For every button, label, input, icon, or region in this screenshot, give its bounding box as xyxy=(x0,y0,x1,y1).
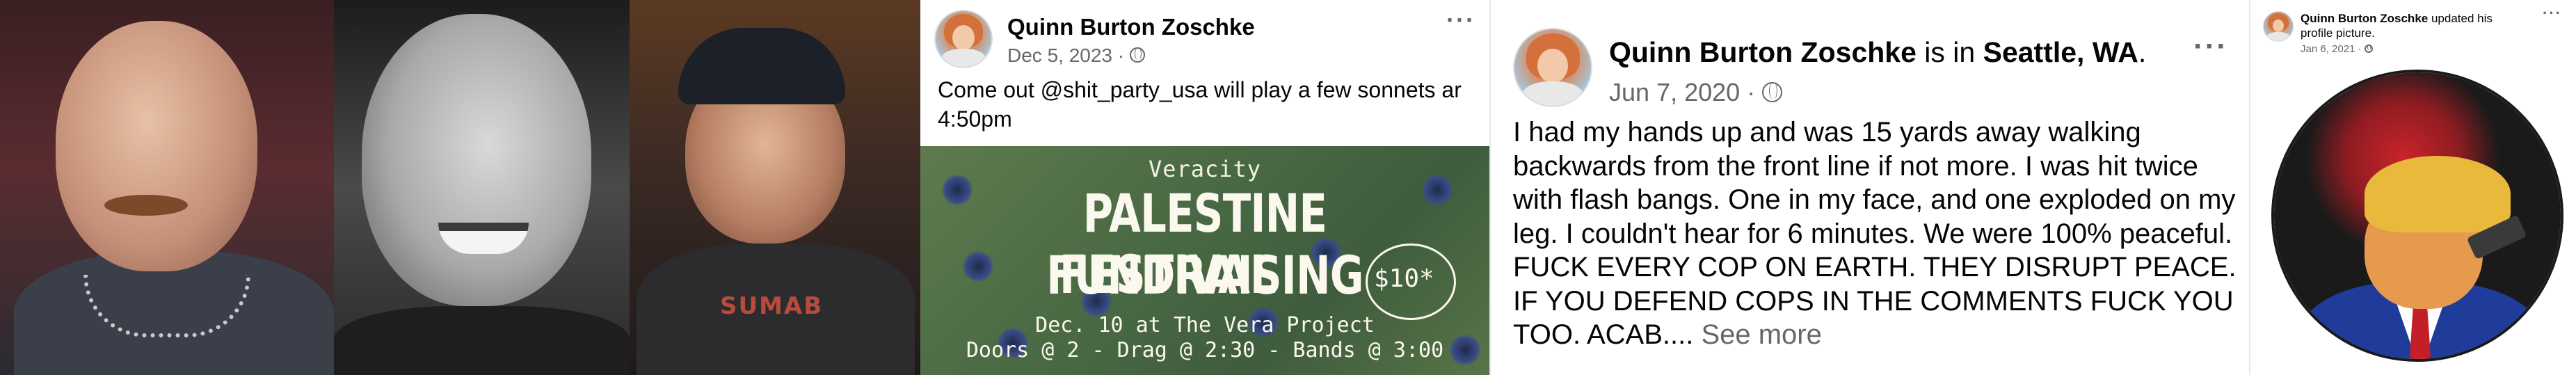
post-header: Quinn Burton Zoschke updated his profile… xyxy=(2301,12,2493,40)
post-date[interactable]: Jun 7, 2020 · xyxy=(1609,78,1782,107)
facebook-post-3: Quinn Burton Zoschke updated his profile… xyxy=(2249,0,2576,375)
person-head xyxy=(56,21,257,271)
facebook-post-1: Quinn Burton Zoschke Dec 5, 2023 · ··· C… xyxy=(920,0,1489,375)
globe-icon xyxy=(1129,47,1146,63)
author-name-link[interactable]: Quinn Burton Zoschke xyxy=(1007,14,1255,40)
photo-panel-3: SUMAB xyxy=(630,0,920,375)
author-name-link[interactable]: Quinn Burton Zoschke xyxy=(1609,36,1917,68)
author-avatar[interactable] xyxy=(2263,11,2294,42)
flyer-date-venue: Dec. 10 at The Vera Project xyxy=(1035,313,1375,337)
post-header: Quinn Burton Zoschke is in Seattle, WA. xyxy=(1609,36,2147,68)
facebook-post-2: Quinn Burton Zoschke is in Seattle, WA. … xyxy=(1489,0,2249,375)
location-link[interactable]: Seattle, WA xyxy=(1983,36,2138,68)
flyer-schedule: Doors @ 2 - Drag @ 2:30 - Bands @ 3:00 xyxy=(966,338,1444,362)
cap xyxy=(678,28,845,104)
profile-picture-image[interactable] xyxy=(2271,70,2563,362)
author-avatar[interactable] xyxy=(934,10,993,68)
flyer-title-line-2: FESTIVAL xyxy=(1059,244,1277,305)
more-options-icon[interactable]: ··· xyxy=(1446,6,1475,35)
photo-panel-2 xyxy=(334,0,630,375)
event-flyer-image[interactable]: Veracity PALESTINE FUNDRAISING FESTIVAL … xyxy=(920,146,1489,375)
shirt-print: SUMAB xyxy=(720,292,824,320)
person-head xyxy=(362,14,591,306)
post-text: I had my hands up and was 15 yards away … xyxy=(1513,117,2237,350)
post-text: Come out @shit_party_usa will play a few… xyxy=(938,77,1462,131)
post-date[interactable]: Jan 6, 2021 · xyxy=(2301,43,2373,55)
author-avatar[interactable] xyxy=(1513,28,1592,107)
person-body xyxy=(334,306,630,375)
see-more-link[interactable]: See more xyxy=(1701,319,1821,350)
mustache xyxy=(104,195,188,216)
globe-icon xyxy=(2364,44,2373,53)
globe-icon xyxy=(1762,82,1782,102)
more-options-icon[interactable]: ··· xyxy=(2193,29,2228,64)
more-options-icon[interactable]: ··· xyxy=(2543,4,2562,22)
post-date[interactable]: Dec 5, 2023 · xyxy=(1007,45,1146,67)
flyer-venue: Veracity xyxy=(1148,156,1262,182)
photo-panel-1 xyxy=(0,0,334,375)
price-text: $10* xyxy=(1374,264,1434,293)
author-name-link[interactable]: Quinn Burton Zoschke xyxy=(2301,12,2428,25)
